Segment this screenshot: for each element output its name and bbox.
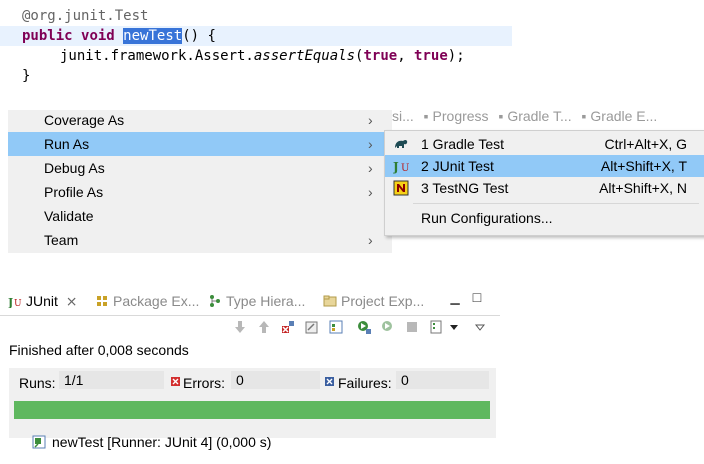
maximize-icon[interactable]: ☐: [470, 291, 484, 305]
failures-label: Failures:: [338, 375, 392, 391]
chevron-right-icon: ›: [368, 160, 373, 176]
close-icon[interactable]: ⨯: [66, 293, 78, 309]
submenu-item-testng-test[interactable]: 3 TestNG Test Alt+Shift+X, N: [385, 177, 704, 199]
tab-package-explorer[interactable]: Package Ex...: [95, 291, 199, 311]
errors-label: Errors:: [183, 375, 225, 391]
test-passed-icon: [32, 435, 46, 449]
previous-failure-icon[interactable]: [256, 319, 272, 335]
chevron-right-icon: ›: [368, 112, 373, 128]
menu-item-run-as[interactable]: Run As ›: [8, 132, 392, 156]
submenu-separator: [413, 203, 699, 204]
dropdown-arrow-icon[interactable]: [446, 319, 462, 335]
menu-item-debug-as[interactable]: Debug As ›: [8, 156, 392, 180]
runs-value: 1/1: [59, 371, 164, 389]
error-icon: [171, 377, 180, 386]
menu-item-profile-as[interactable]: Profile As ›: [8, 180, 392, 204]
svg-text:J: J: [393, 160, 399, 174]
project-icon: [323, 295, 337, 307]
code-line-3: junit.framework.Assert.assertEquals(true…: [60, 48, 465, 64]
test-results-icon[interactable]: [328, 319, 344, 335]
gradle-icon: [395, 139, 408, 148]
submenu-item-run-configurations[interactable]: Run Configurations...: [385, 207, 704, 229]
test-counters-panel: Runs: 1/1 Errors: 0 Failures: 0: [9, 368, 496, 438]
code-line-4: }: [22, 68, 31, 84]
progress-bar: [14, 401, 490, 419]
chevron-right-icon: ›: [368, 184, 373, 200]
run-as-submenu: 1 Gradle Test Ctrl+Alt+X, G JU 2 JUnit T…: [384, 130, 704, 236]
junit-view: J U JUnit ⨯ Package Ex... Type Hiera... Pr…: [0, 285, 500, 464]
scroll-lock-icon[interactable]: [304, 319, 320, 335]
code-line-1: @org.junit.Test: [22, 8, 149, 24]
menu-item-team[interactable]: Team ›: [8, 228, 392, 252]
package-icon: [97, 296, 107, 306]
next-failure-icon[interactable]: [232, 319, 248, 335]
svg-text:U: U: [401, 163, 409, 174]
rerun-test-icon[interactable]: [356, 319, 372, 335]
chevron-right-icon: ›: [368, 232, 373, 248]
runs-label: Runs:: [19, 375, 56, 391]
menu-item-validate[interactable]: Validate: [8, 204, 392, 228]
history-icon[interactable]: [428, 319, 444, 335]
rerun-failed-first-icon[interactable]: [380, 319, 396, 335]
selected-method-name[interactable]: newTest: [123, 28, 183, 44]
svg-text:J: J: [8, 296, 13, 308]
submenu-item-junit-test[interactable]: JU 2 JUnit Test Alt+Shift+X, T: [385, 155, 704, 177]
tab-junit[interactable]: J U JUnit ⨯: [8, 291, 78, 311]
submenu-item-gradle-test[interactable]: 1 Gradle Test Ctrl+Alt+X, G: [385, 133, 704, 155]
failure-icon: [325, 377, 334, 386]
code-editor[interactable]: @org.junit.Test public void newTest() { …: [0, 0, 704, 92]
junit-icon: JU: [393, 160, 409, 174]
background-tab-strip: si... ▪ Progress ▪ Gradle T... ▪ Gradle …: [392, 108, 658, 124]
testng-icon: [393, 180, 409, 196]
code-line-2: public void newTest() {: [0, 26, 512, 46]
hierarchy-icon: [210, 295, 220, 307]
minimize-icon[interactable]: ▁: [448, 291, 462, 305]
chevron-right-icon: ›: [368, 136, 373, 152]
errors-value: 0: [231, 371, 320, 389]
tab-project-explorer[interactable]: Project Exp...: [323, 291, 424, 311]
view-menu-icon[interactable]: [472, 319, 488, 335]
tab-type-hierarchy[interactable]: Type Hiera...: [208, 291, 305, 311]
svg-text:U: U: [14, 299, 22, 308]
show-failures-only-icon[interactable]: [280, 319, 296, 335]
test-result-label: newTest [Runner: JUnit 4] (0,000 s): [52, 434, 272, 450]
view-tab-bar: J U JUnit ⨯ Package Ex... Type Hiera... Pr…: [0, 285, 500, 316]
failures-value: 0: [396, 371, 489, 389]
junit-icon: JU: [8, 296, 22, 308]
test-result-item[interactable]: newTest [Runner: JUnit 4] (0,000 s): [32, 434, 271, 450]
status-text: Finished after 0,008 seconds: [9, 342, 189, 358]
context-menu: Coverage As › Run As › Debug As › Profil…: [8, 110, 392, 253]
menu-item-coverage-as[interactable]: Coverage As ›: [8, 108, 392, 132]
stop-icon[interactable]: [404, 319, 420, 335]
